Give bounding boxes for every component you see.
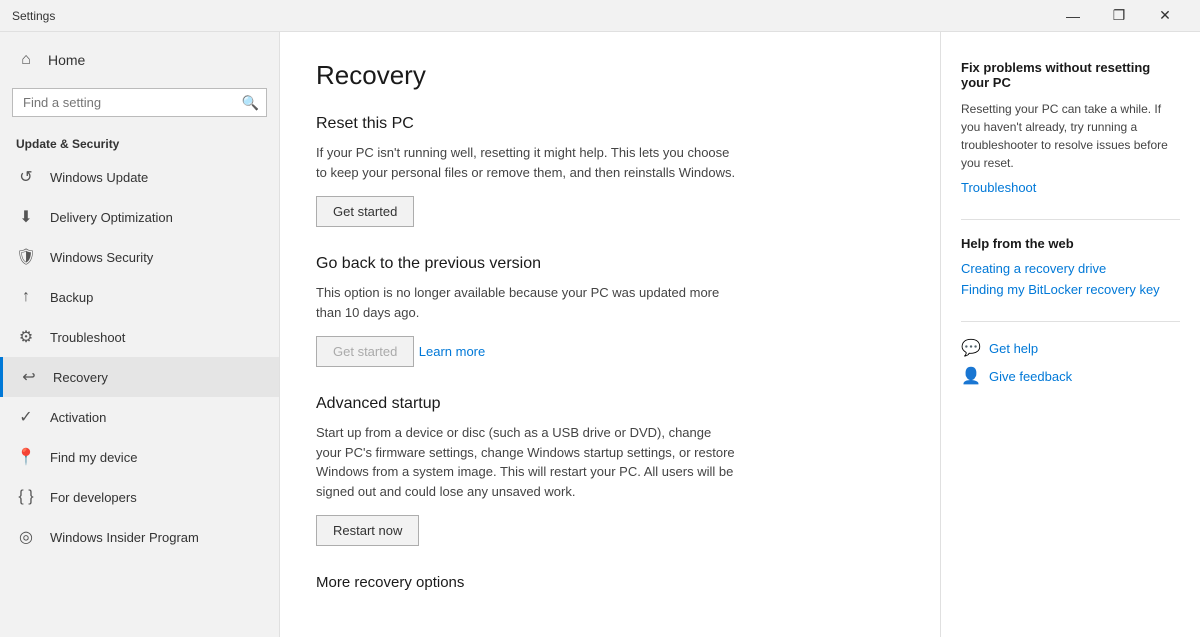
action-get-help[interactable]: 💬 Get help xyxy=(961,338,1180,358)
delivery-optimization-icon: ⬇ xyxy=(16,207,36,227)
sidebar-item-label-windows-security: Windows Security xyxy=(50,250,153,265)
sidebar-item-label-troubleshoot: Troubleshoot xyxy=(50,330,125,345)
fix-section-title: Fix problems without resetting your PC xyxy=(961,60,1180,90)
sidebar-item-recovery[interactable]: ↩ Recovery xyxy=(0,357,279,397)
sidebar-home-label: Home xyxy=(48,52,85,68)
give-feedback-label: Give feedback xyxy=(989,369,1072,384)
help-link-0[interactable]: Creating a recovery drive xyxy=(961,261,1180,276)
find-my-device-icon: 📍 xyxy=(16,447,36,467)
windows-update-icon: ↺ xyxy=(16,167,36,187)
fix-section-desc: Resetting your PC can take a while. If y… xyxy=(961,100,1180,172)
sidebar-item-windows-update[interactable]: ↺ Windows Update xyxy=(0,157,279,197)
help-section: Help from the web Creating a recovery dr… xyxy=(961,236,1180,297)
section-btn-advanced-startup[interactable]: Restart now xyxy=(316,515,419,546)
section-btn-reset-pc[interactable]: Get started xyxy=(316,196,414,227)
for-developers-icon: { } xyxy=(16,487,36,507)
get-help-label: Get help xyxy=(989,341,1038,356)
help-links: Creating a recovery drive Finding my BitL… xyxy=(961,261,1180,297)
sidebar-item-activation[interactable]: ✓ Activation xyxy=(0,397,279,437)
sidebar-item-label-recovery: Recovery xyxy=(53,370,108,385)
section-go-back: Go back to the previous version This opt… xyxy=(316,255,904,367)
sidebar-nav: ↺ Windows Update ⬇ Delivery Optimization… xyxy=(0,157,279,557)
sidebar-item-label-windows-insider-program: Windows Insider Program xyxy=(50,530,199,545)
app-body: ⌂ Home 🔍 Update & Security ↺ Windows Upd… xyxy=(0,32,1200,637)
divider-1 xyxy=(961,219,1180,220)
app-title: Settings xyxy=(12,9,1050,23)
section-title-reset-pc: Reset this PC xyxy=(316,115,904,133)
search-input[interactable] xyxy=(12,88,267,117)
sidebar-item-troubleshoot[interactable]: ⚙ Troubleshoot xyxy=(0,317,279,357)
main-content: Recovery Reset this PC If your PC isn't … xyxy=(280,32,940,637)
learn-more-link[interactable]: Learn more xyxy=(419,344,485,359)
sidebar-item-home[interactable]: ⌂ Home xyxy=(0,40,279,80)
sidebar-item-label-delivery-optimization: Delivery Optimization xyxy=(50,210,173,225)
help-link-1[interactable]: Finding my BitLocker recovery key xyxy=(961,282,1180,297)
sidebar-item-windows-insider-program[interactable]: ◎ Windows Insider Program xyxy=(0,517,279,557)
sidebar-item-label-activation: Activation xyxy=(50,410,106,425)
maximize-button[interactable]: ❐ xyxy=(1096,0,1142,32)
sidebar-item-label-backup: Backup xyxy=(50,290,93,305)
sidebar-item-delivery-optimization[interactable]: ⬇ Delivery Optimization xyxy=(0,197,279,237)
get-help-icon: 💬 xyxy=(961,338,981,358)
section-desc-go-back: This option is no longer available becau… xyxy=(316,283,736,322)
recovery-icon: ↩ xyxy=(19,367,39,387)
search-container: 🔍 xyxy=(12,88,267,117)
troubleshoot-icon: ⚙ xyxy=(16,327,36,347)
sidebar-item-label-find-my-device: Find my device xyxy=(50,450,137,465)
sidebar-item-label-windows-update: Windows Update xyxy=(50,170,148,185)
right-panel: Fix problems without resetting your PC R… xyxy=(940,32,1200,637)
help-section-title: Help from the web xyxy=(961,236,1180,251)
close-button[interactable]: ✕ xyxy=(1142,0,1188,32)
sidebar-section-title: Update & Security xyxy=(0,125,279,157)
titlebar: Settings — ❐ ✕ xyxy=(0,0,1200,32)
divider-2 xyxy=(961,321,1180,322)
sidebar: ⌂ Home 🔍 Update & Security ↺ Windows Upd… xyxy=(0,32,280,637)
sidebar-item-for-developers[interactable]: { } For developers xyxy=(0,477,279,517)
activation-icon: ✓ xyxy=(16,407,36,427)
section-advanced-startup: Advanced startup Start up from a device … xyxy=(316,395,904,546)
sidebar-item-backup[interactable]: ↑ Backup xyxy=(0,277,279,317)
section-desc-advanced-startup: Start up from a device or disc (such as … xyxy=(316,423,736,501)
windows-insider-program-icon: ◎ xyxy=(16,527,36,547)
sidebar-item-label-for-developers: For developers xyxy=(50,490,137,505)
troubleshoot-link[interactable]: Troubleshoot xyxy=(961,180,1180,195)
section-btn-go-back[interactable]: Get started xyxy=(316,336,414,367)
more-options-title: More recovery options xyxy=(316,574,904,591)
home-icon: ⌂ xyxy=(16,50,36,70)
page-title: Recovery xyxy=(316,60,904,91)
windows-security-icon: 🛡 xyxy=(16,247,36,267)
action-give-feedback[interactable]: 👤 Give feedback xyxy=(961,366,1180,386)
fix-section: Fix problems without resetting your PC R… xyxy=(961,60,1180,195)
right-panel-actions: 💬 Get help 👤 Give feedback xyxy=(961,338,1180,386)
search-icon: 🔍 xyxy=(242,94,259,111)
section-desc-reset-pc: If your PC isn't running well, resetting… xyxy=(316,143,736,182)
sidebar-item-windows-security[interactable]: 🛡 Windows Security xyxy=(0,237,279,277)
section-title-go-back: Go back to the previous version xyxy=(316,255,904,273)
window-controls: — ❐ ✕ xyxy=(1050,0,1188,32)
sidebar-item-find-my-device[interactable]: 📍 Find my device xyxy=(0,437,279,477)
backup-icon: ↑ xyxy=(16,287,36,307)
give-feedback-icon: 👤 xyxy=(961,366,981,386)
section-reset-pc: Reset this PC If your PC isn't running w… xyxy=(316,115,904,227)
section-title-advanced-startup: Advanced startup xyxy=(316,395,904,413)
main-sections: Reset this PC If your PC isn't running w… xyxy=(316,115,904,546)
minimize-button[interactable]: — xyxy=(1050,0,1096,32)
